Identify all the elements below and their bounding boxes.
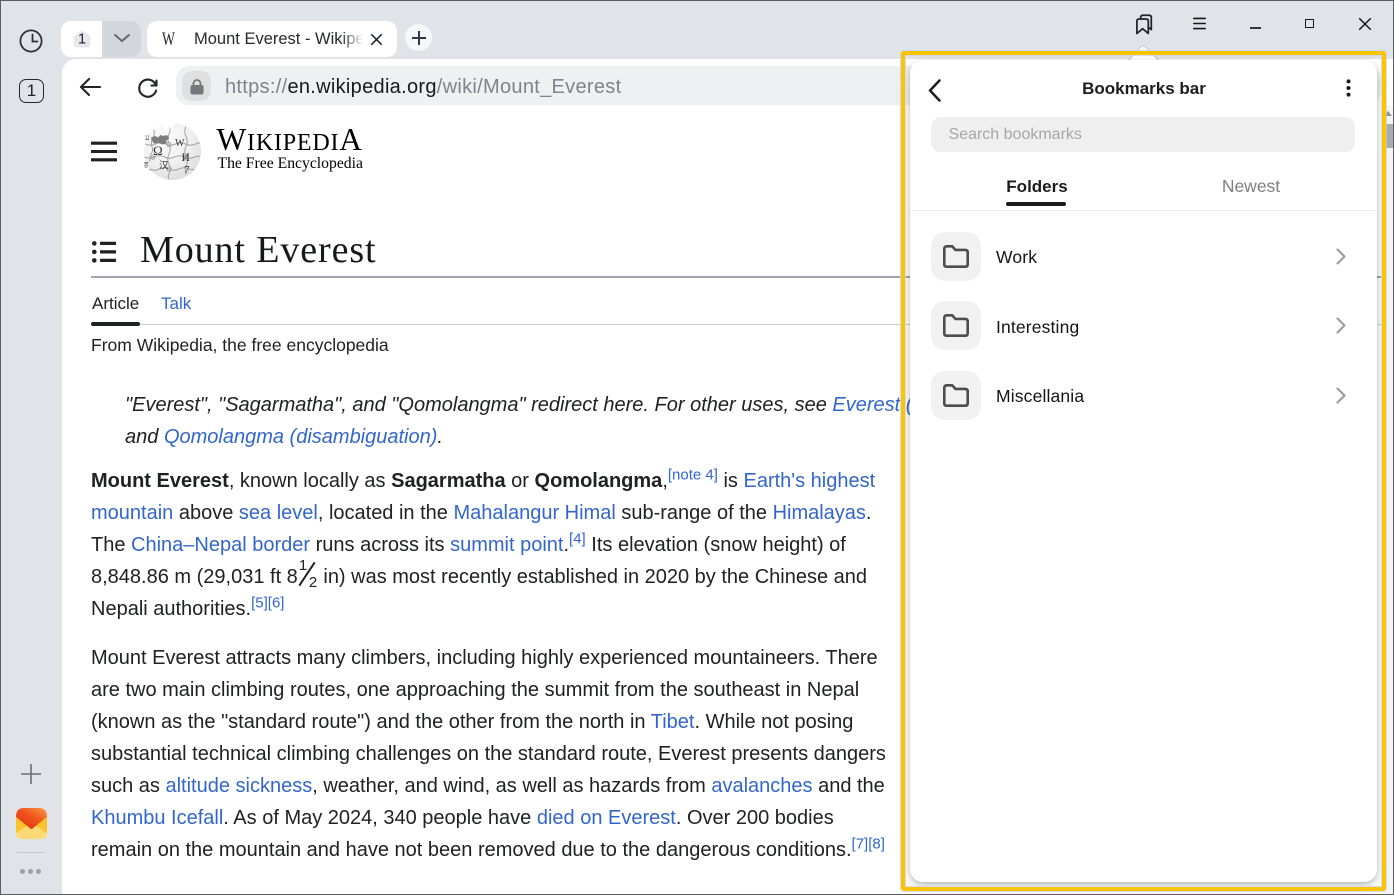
- svg-text:Ω: Ω: [153, 143, 163, 158]
- svg-text:1: 1: [78, 32, 86, 48]
- svg-text:И: И: [182, 152, 190, 164]
- svg-text:7: 7: [184, 164, 190, 176]
- svg-text:ע: ע: [145, 133, 150, 142]
- svg-text:W: W: [175, 138, 185, 149]
- svg-text:汉: 汉: [159, 161, 169, 172]
